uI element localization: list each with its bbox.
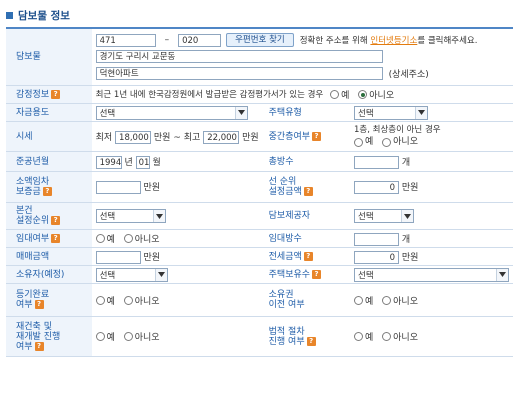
redevelopment-no-radio[interactable] [123, 332, 133, 341]
section-title-text: 담보물 정보 [18, 9, 70, 22]
zip2-input[interactable]: 020 [178, 33, 222, 47]
appraisal-yes-radio[interactable] [330, 90, 340, 99]
max-price-input[interactable]: 22,000 [203, 130, 240, 144]
priority-select[interactable]: 선택 [95, 209, 166, 223]
help-icon[interactable]: ? [34, 341, 44, 351]
row-owner: 소유자(예정) 선택 주택보유수? 선택 [6, 265, 513, 284]
middle-floor-text: 1층, 최상층이 아닌 경우 [354, 125, 441, 136]
label-small-lease: 소액임차 보증금? [6, 171, 92, 203]
completion-month-input[interactable]: 01 [135, 155, 150, 169]
registry-link[interactable]: 인터넷등기소 [370, 36, 417, 46]
fund-use-select[interactable]: 선택 [95, 105, 248, 120]
min-price-input[interactable]: 18,000 [115, 130, 152, 144]
row-priority: 본건 설정순위? 선택 담보제공자 선택 [6, 202, 513, 230]
provider-select[interactable]: 선택 [354, 209, 414, 223]
label-total-households: 총방수 [262, 151, 350, 172]
lease-rooms-input[interactable] [354, 232, 399, 246]
help-icon[interactable]: ? [306, 336, 316, 346]
label-market-price: 시세 [6, 121, 92, 152]
row-redevelopment: 재건축 및 재개발 진행 여부? 예 아니오 법적 절차 진행 여부? 예 아니오 [6, 316, 513, 357]
owner-select[interactable]: 선택 [95, 267, 168, 282]
label-lease: 임대여부? [6, 229, 92, 248]
legal-procedure-no-radio[interactable] [382, 332, 392, 341]
label-redevelopment: 재건축 및 재개발 진행 여부? [6, 316, 92, 357]
label-lease-rooms: 임대방수 [262, 229, 350, 248]
chevron-down-icon [152, 210, 165, 222]
appraisal-text: 최근 1년 내에 한국감정원에서 발급받은 감정평가서가 있는 경우 [95, 90, 324, 100]
middle-floor-no-radio[interactable] [382, 137, 392, 147]
help-icon[interactable]: ? [303, 187, 313, 196]
collateral-form: 담보물 471 – 020 우편번호 찾기 정확한 주소를 위해 인터넷등기소를… [6, 27, 513, 357]
help-icon[interactable]: ? [303, 251, 313, 261]
registration-yes-radio[interactable] [95, 295, 105, 305]
label-registration: 등기완료 여부? [6, 283, 92, 317]
housing-type-select[interactable]: 선택 [354, 105, 428, 120]
redevelopment-yes-radio[interactable] [95, 332, 105, 341]
row-collateral: 담보물 471 – 020 우편번호 찾기 정확한 주소를 위해 인터넷등기소를… [6, 28, 513, 86]
registration-no-radio[interactable] [123, 295, 133, 305]
help-icon[interactable]: ? [312, 269, 322, 279]
small-lease-input[interactable] [95, 181, 141, 194]
help-icon[interactable]: ? [51, 216, 61, 225]
label-fund-use: 자금용도 [6, 103, 92, 122]
label-houses-owned: 주택보유수? [262, 265, 350, 284]
row-registration: 등기완료 여부? 예 아니오 소유권 이전 여부 예 아니오 [6, 283, 513, 317]
address-notice: 정확한 주소를 위해 인터넷등기소를 클릭해주세요. [299, 36, 478, 46]
help-icon[interactable]: ? [312, 131, 322, 141]
deposit-input[interactable]: 0 [354, 250, 399, 264]
label-completion: 준공년월 [6, 151, 92, 172]
row-lease: 임대여부? 예 아니오 임대방수 개 [6, 229, 513, 248]
address2-input[interactable]: 덕현아파트 [95, 66, 383, 80]
help-icon[interactable]: ? [42, 187, 52, 196]
chevron-down-icon [496, 268, 508, 281]
label-middle-floor: 중간층여부? [262, 121, 350, 152]
senior-lien-input[interactable]: 0 [354, 181, 399, 194]
chevron-down-icon [234, 106, 247, 119]
ownership-transfer-no-radio[interactable] [382, 295, 392, 305]
label-collateral: 담보물 [6, 28, 92, 86]
section-title: 담보물 정보 [6, 7, 70, 23]
help-icon[interactable]: ? [51, 89, 61, 99]
label-senior-lien: 선 순위 설정금액? [262, 171, 350, 203]
completion-year-input[interactable]: 1994 [95, 155, 122, 169]
zip-search-button[interactable]: 우편번호 찾기 [226, 33, 294, 47]
appraisal-no-radio[interactable] [358, 90, 368, 99]
row-appraisal: 감정정보? 최근 1년 내에 한국감정원에서 발급받은 감정평가서가 있는 경우… [6, 85, 513, 104]
row-market-price: 시세 최저 18,000 만원 ~ 최고 22,000 만원 중간층여부? 1층… [6, 121, 513, 152]
middle-floor-yes-radio[interactable] [354, 137, 363, 147]
row-fund-use: 자금용도 선택 주택유형 선택 [6, 103, 513, 122]
label-sale-price: 매매금액 [6, 247, 92, 266]
chevron-down-icon [415, 106, 427, 119]
help-icon[interactable]: ? [51, 233, 61, 243]
label-priority: 본건 설정순위? [6, 202, 92, 230]
legal-procedure-yes-radio[interactable] [354, 332, 363, 341]
houses-owned-select[interactable]: 선택 [354, 267, 509, 282]
sale-price-input[interactable] [95, 250, 141, 264]
zip-dash: – [164, 35, 170, 45]
zip1-input[interactable]: 471 [95, 33, 156, 47]
chevron-down-icon [401, 210, 413, 222]
help-icon[interactable]: ? [34, 300, 44, 309]
label-housing-type: 주택유형 [262, 103, 350, 122]
label-provider: 담보제공자 [262, 202, 350, 230]
row-small-lease: 소액임차 보증금? 만원 선 순위 설정금액? 0 만원 [6, 171, 513, 203]
row-completion: 준공년월 1994 년 01 월 총방수 개 [6, 151, 513, 172]
label-appraisal: 감정정보? [6, 85, 92, 104]
title-bullet-icon [6, 11, 13, 19]
label-deposit: 전세금액? [262, 247, 350, 266]
chevron-down-icon [154, 268, 167, 281]
total-households-input[interactable] [354, 155, 399, 169]
detail-address-hint: (상세주소) [388, 69, 429, 80]
label-legal-procedure: 법적 절차 진행 여부? [262, 316, 350, 357]
ownership-transfer-yes-radio[interactable] [354, 295, 363, 305]
label-ownership-transfer: 소유권 이전 여부 [262, 283, 350, 317]
lease-yes-radio[interactable] [95, 234, 105, 243]
row-sale-price: 매매금액 만원 전세금액? 0 만원 [6, 247, 513, 266]
lease-no-radio[interactable] [123, 234, 133, 243]
address1-input[interactable]: 경기도 구리시 교문동 [95, 49, 383, 63]
label-owner: 소유자(예정) [6, 265, 92, 284]
